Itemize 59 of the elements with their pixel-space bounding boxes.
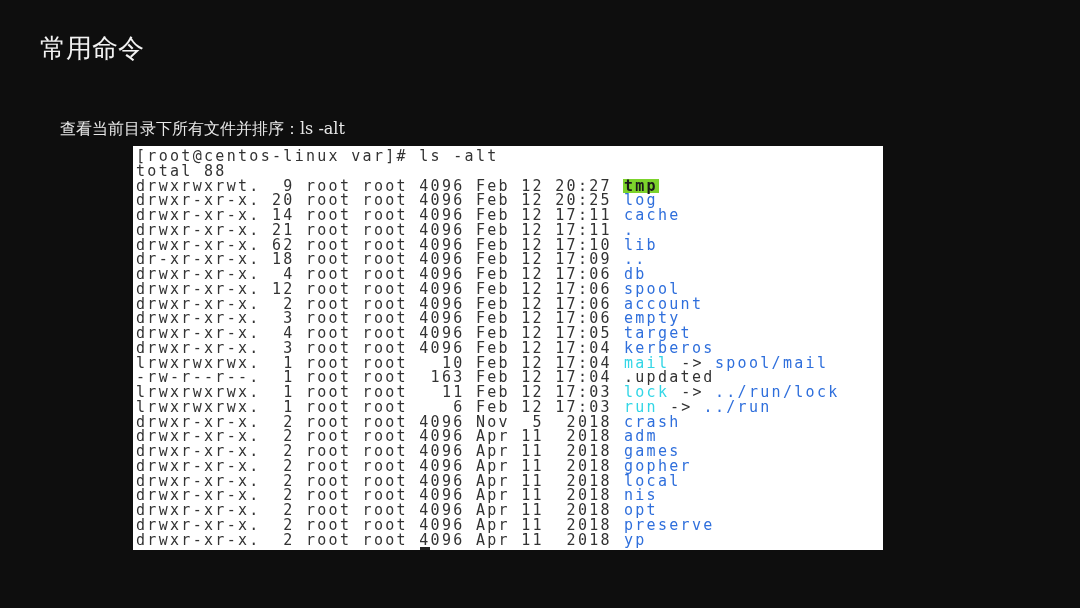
link-target: spool/mail bbox=[714, 355, 829, 371]
file-info: drwxr-xr-x. 21 root root 4096 Feb 12 17:11 bbox=[136, 222, 612, 238]
file-name: opt bbox=[622, 503, 659, 518]
file-info: drwxr-xr-x. 62 root root 4096 Feb 12 17:10 bbox=[136, 237, 612, 253]
file-name: spool bbox=[622, 281, 681, 297]
file-name: account bbox=[622, 296, 705, 312]
file-name: yp bbox=[622, 532, 647, 548]
file-info: drwxr-xr-x. 2 root root 4096 Apr 11 2018 bbox=[136, 429, 612, 444]
file-name: target bbox=[622, 326, 692, 341]
file-info: drwxr-xr-x. 3 root root 4096 Feb 12 17:06 bbox=[136, 311, 612, 326]
file-name: preserve bbox=[622, 517, 716, 533]
link-arrow: -> bbox=[681, 385, 704, 400]
link-target: ../run/lock bbox=[714, 385, 840, 400]
file-info: drwxr-xr-x. 2 root root 4096 Apr 11 2018 bbox=[136, 503, 612, 518]
file-info: drwxr-xr-x. 4 root root 4096 Feb 12 17:06 bbox=[136, 267, 612, 282]
file-name: mail bbox=[622, 355, 670, 371]
file-name: tmp bbox=[622, 178, 659, 194]
file-info: drwxr-xr-x. 2 root root 4096 Apr 11 2018 bbox=[136, 444, 612, 459]
file-name: kerberos bbox=[622, 340, 716, 356]
file-info: lrwxrwxrwx. 1 root root 11 Feb 12 17:03 bbox=[136, 385, 612, 400]
file-name: run bbox=[622, 399, 658, 415]
file-info: drwxrwxrwt. 9 root root 4096 Feb 12 20:27 bbox=[136, 178, 612, 194]
link-arrow: -> bbox=[681, 355, 704, 371]
file-info: drwxr-xr-x. 2 root root 4096 Apr 11 2018 bbox=[136, 488, 612, 503]
file-info: drwxr-xr-x. 14 root root 4096 Feb 12 17:11 bbox=[136, 208, 612, 223]
slide-title: 常用命令 bbox=[40, 32, 144, 65]
link-arrow: -> bbox=[669, 399, 693, 415]
terminal-cursor bbox=[420, 547, 430, 550]
file-info: drwxr-xr-x. 4 root root 4096 Feb 12 17:05 bbox=[136, 326, 612, 341]
file-name: lock bbox=[622, 385, 670, 400]
file-info: drwxr-xr-x. 2 root root 4096 Nov 5 2018 bbox=[136, 414, 612, 430]
link-target: ../run bbox=[703, 399, 772, 415]
file-name: adm bbox=[622, 429, 659, 444]
total-line: total 88 bbox=[136, 163, 227, 179]
file-name: crash bbox=[622, 414, 682, 430]
command-line: [root@centos-linux var]# ls -alt bbox=[136, 149, 499, 164]
file-name: local bbox=[622, 473, 681, 489]
file-name: nis bbox=[622, 488, 659, 503]
file-info: drwxr-xr-x. 20 root root 4096 Feb 12 20:25 bbox=[136, 193, 612, 208]
file-name: gopher bbox=[622, 458, 693, 474]
file-name: .updated bbox=[622, 370, 716, 385]
file-name: . bbox=[622, 222, 636, 238]
file-name: games bbox=[622, 444, 681, 459]
file-name: log bbox=[622, 193, 658, 208]
file-info: drwxr-xr-x. 12 root root 4096 Feb 12 17:06 bbox=[136, 281, 612, 297]
file-name: db bbox=[622, 267, 647, 282]
file-info: lrwxrwxrwx. 1 root root 10 Feb 12 17:04 bbox=[136, 355, 612, 371]
file-name: cache bbox=[622, 208, 682, 223]
file-info: drwxr-xr-x. 2 root root 4096 Feb 12 17:06 bbox=[136, 296, 612, 312]
slide-subtitle: 查看当前目录下所有文件并排序：ls -alt bbox=[60, 118, 345, 140]
file-name: lib bbox=[622, 237, 659, 253]
file-info: drwxr-xr-x. 2 root root 4096 Apr 11 2018 bbox=[136, 532, 612, 548]
file-info: drwxr-xr-x. 3 root root 4096 Feb 12 17:04 bbox=[136, 340, 612, 356]
file-info: -rw-r--r--. 1 root root 163 Feb 12 17:04 bbox=[136, 370, 612, 385]
file-info: dr-xr-xr-x. 18 root root 4096 Feb 12 17:09 bbox=[136, 252, 612, 267]
file-name: empty bbox=[622, 311, 681, 326]
file-info: lrwxrwxrwx. 1 root root 6 Feb 12 17:03 bbox=[136, 399, 612, 415]
file-info: drwxr-xr-x. 2 root root 4096 Apr 11 2018 bbox=[136, 473, 612, 489]
file-name: .. bbox=[622, 252, 648, 267]
